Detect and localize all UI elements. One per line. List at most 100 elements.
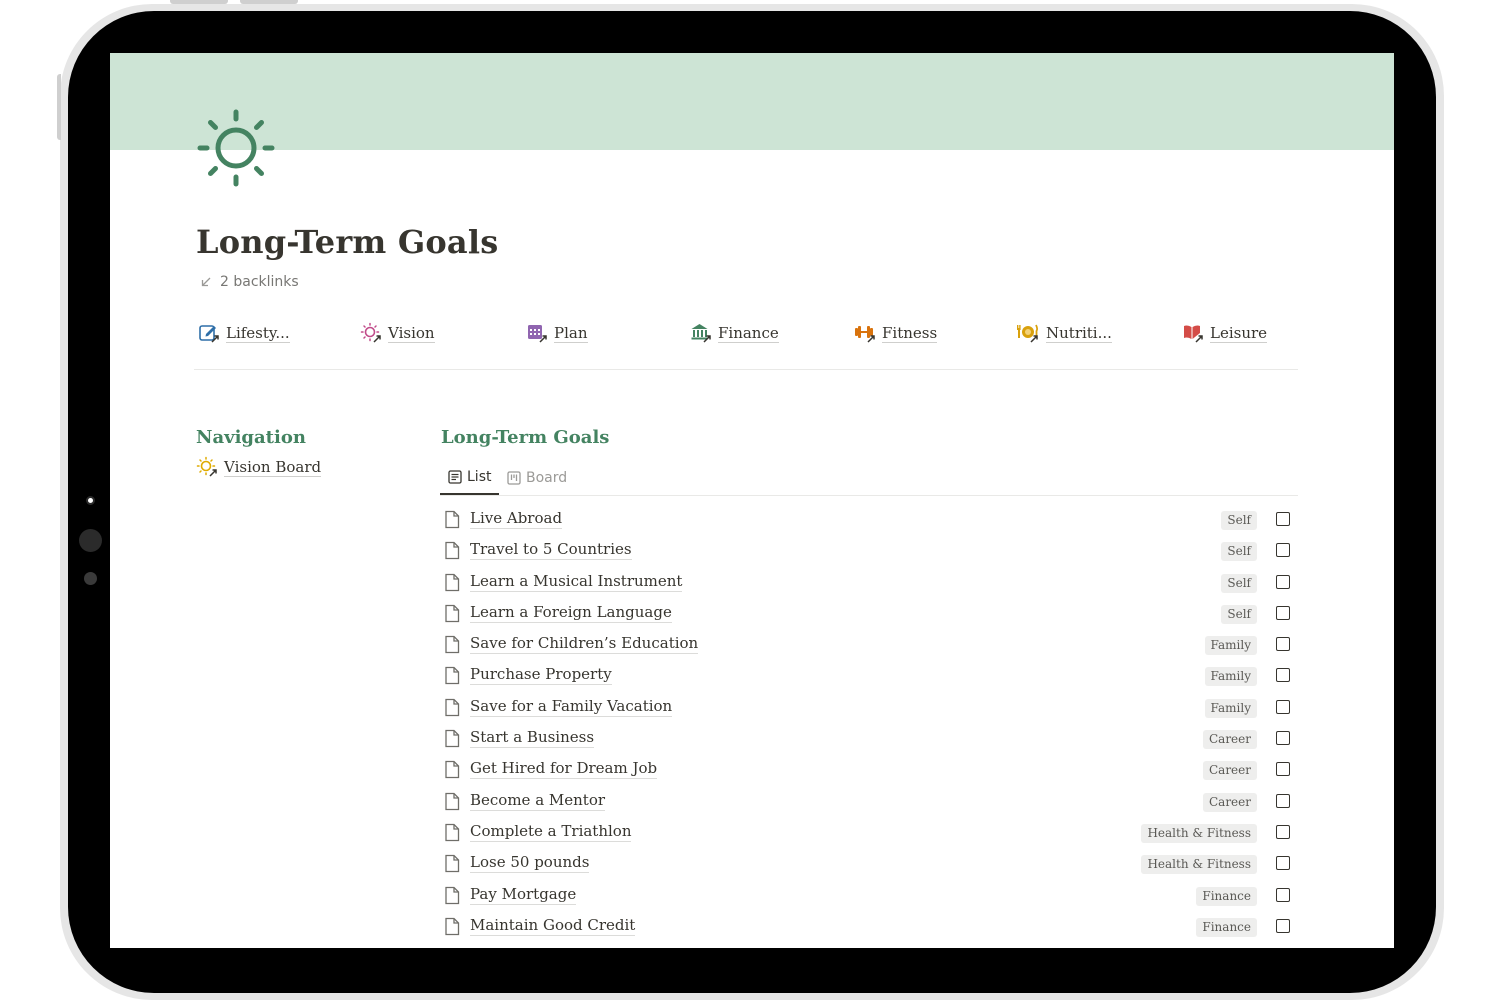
camera-sensor: [79, 529, 102, 552]
category-tag: Self: [1221, 542, 1257, 562]
notion-page: Long-Term Goals 2 backlinks Lifesty... V…: [110, 53, 1394, 948]
page-icon: [445, 698, 460, 716]
camera-sensor-small: [84, 572, 97, 585]
camera-lens: [86, 496, 95, 505]
goal-name[interactable]: Save for a Family Vacation: [470, 697, 673, 717]
list-view-icon: [448, 470, 462, 484]
category-tag: Finance: [1196, 917, 1257, 937]
link-finance[interactable]: Finance: [690, 319, 779, 347]
done-checkbox[interactable]: [1276, 918, 1290, 933]
volume-button: [240, 0, 298, 4]
link-label: Plan: [554, 323, 588, 343]
goal-name[interactable]: Get Hired for Dream Job: [470, 759, 658, 780]
link-label: Lifesty...: [226, 323, 290, 343]
list-item[interactable]: Learn a Foreign Language Self: [441, 598, 1291, 629]
link-label: Leisure: [1210, 323, 1268, 343]
linked-pages-row: Lifesty... Vision Plan Finance Fitness N…: [194, 319, 1298, 370]
done-checkbox[interactable]: [1276, 699, 1290, 714]
category-tag: Family: [1204, 667, 1257, 687]
done-checkbox[interactable]: [1276, 512, 1290, 526]
done-checkbox[interactable]: [1276, 856, 1290, 871]
backlinks-label: 2 backlinks: [220, 274, 299, 290]
list-item[interactable]: Get Hired for Dream Job Career: [441, 754, 1291, 785]
link-plan[interactable]: Plan: [526, 319, 588, 347]
list-item[interactable]: Pay Mortgage Finance: [441, 880, 1291, 911]
goal-name[interactable]: Learn a Musical Instrument: [470, 572, 683, 592]
list-item[interactable]: Purchase Property Family: [441, 660, 1291, 691]
navigation-heading: Navigation: [196, 427, 306, 448]
bank-icon: [691, 324, 711, 343]
link-vision[interactable]: Vision: [360, 319, 435, 347]
goal-name[interactable]: Pay Mortgage: [470, 885, 577, 905]
page-icon: [445, 792, 460, 810]
list-item[interactable]: Live Abroad Self: [441, 504, 1291, 535]
page-icon: [445, 823, 460, 842]
tab-board[interactable]: Board: [507, 461, 567, 494]
done-checkbox[interactable]: [1276, 762, 1290, 777]
link-label: Fitness: [882, 323, 938, 343]
page-title: Long-Term Goals: [196, 223, 499, 261]
sun-icon: [360, 322, 381, 343]
goal-name[interactable]: Save for Children’s Education: [470, 634, 699, 655]
sun-icon: [197, 109, 275, 187]
done-checkbox[interactable]: [1276, 605, 1290, 620]
link-nutrition[interactable]: Nutriti...: [1016, 319, 1112, 347]
calendar-icon: [528, 325, 547, 343]
tab-label: List: [467, 469, 492, 485]
goal-name[interactable]: Live Abroad: [470, 509, 563, 529]
goal-name[interactable]: Purchase Property: [470, 665, 612, 686]
category-tag: Health & Fitness: [1141, 823, 1257, 843]
link-lifestyle[interactable]: Lifesty...: [198, 319, 290, 347]
goal-name[interactable]: Lose 50 pounds: [470, 853, 590, 874]
category-tag: Career: [1202, 761, 1257, 781]
done-checkbox[interactable]: [1276, 731, 1290, 746]
page-icon: [445, 886, 460, 904]
done-checkbox[interactable]: [1276, 637, 1290, 652]
backlinks-button[interactable]: 2 backlinks: [200, 274, 299, 290]
link-fitness[interactable]: Fitness: [854, 319, 938, 347]
nav-item-vision-board[interactable]: Vision Board: [196, 456, 322, 478]
page-icon: [445, 573, 460, 591]
list-item[interactable]: Become a Mentor Career: [441, 786, 1291, 817]
done-checkbox[interactable]: [1276, 887, 1290, 902]
goal-name[interactable]: Start a Business: [470, 728, 595, 749]
category-tag: Self: [1221, 573, 1257, 593]
goal-name[interactable]: Learn a Foreign Language: [470, 603, 672, 623]
dining-icon: [1017, 324, 1039, 343]
page-icon: [445, 604, 460, 623]
page-icon: [445, 729, 460, 748]
done-checkbox[interactable]: [1276, 574, 1290, 589]
link-leisure[interactable]: Leisure: [1182, 319, 1268, 347]
edit-icon: [199, 325, 219, 343]
done-checkbox[interactable]: [1276, 793, 1290, 808]
tab-list[interactable]: List: [440, 461, 500, 495]
done-checkbox[interactable]: [1276, 543, 1290, 558]
page-icon: [445, 636, 460, 654]
category-tag: Family: [1204, 636, 1257, 656]
goal-name[interactable]: Maintain Good Credit: [470, 916, 636, 936]
goal-name[interactable]: Complete a Triathlon: [470, 822, 632, 842]
page-icon: [445, 761, 460, 779]
dumbbell-icon: [855, 326, 875, 343]
goal-name[interactable]: Travel to 5 Countries: [470, 540, 632, 561]
list-item[interactable]: Learn a Musical Instrument Self: [441, 567, 1291, 598]
list-item[interactable]: Save for Children’s Education Family: [441, 629, 1291, 660]
list-item[interactable]: Start a Business Career: [441, 723, 1291, 754]
goal-name[interactable]: Become a Mentor: [470, 791, 606, 811]
nav-item-label: Vision Board: [224, 457, 322, 477]
list-item[interactable]: Save for a Family Vacation Family: [441, 692, 1291, 723]
done-checkbox[interactable]: [1276, 668, 1290, 683]
list-item[interactable]: Complete a Triathlon Health & Fitness: [441, 817, 1291, 848]
list-item[interactable]: Travel to 5 Countries Self: [441, 535, 1291, 566]
list-item[interactable]: Lose 50 pounds Health & Fitness: [441, 848, 1291, 879]
page-cover: [110, 53, 1394, 150]
category-tag: Finance: [1196, 886, 1257, 906]
list-item[interactable]: Maintain Good Credit Finance: [441, 911, 1291, 942]
done-checkbox[interactable]: [1276, 824, 1290, 839]
link-label: Finance: [718, 323, 779, 343]
category-tag: Health & Fitness: [1141, 855, 1257, 875]
sun-icon: [196, 456, 217, 477]
view-tabs: List Board: [440, 461, 1298, 496]
tab-label: Board: [526, 469, 568, 486]
database-title: Long-Term Goals: [441, 427, 610, 448]
